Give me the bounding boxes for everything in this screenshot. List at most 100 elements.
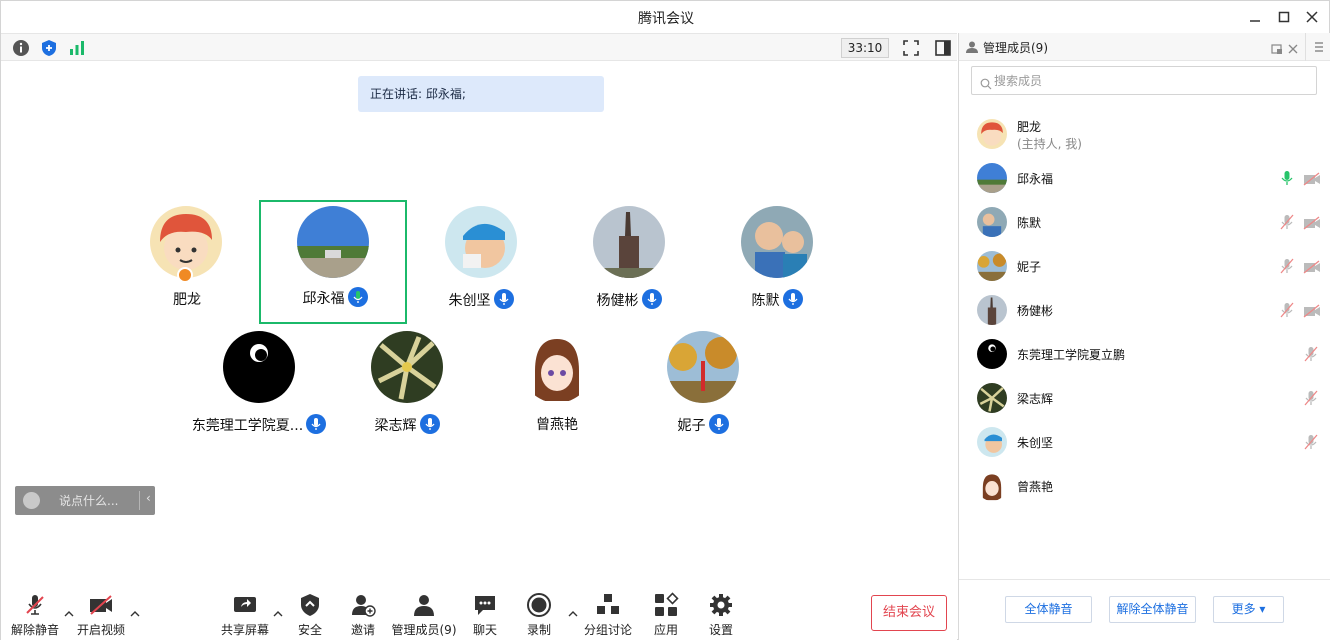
mic-muted-icon[interactable]: [1279, 258, 1295, 274]
title-bar: 腾讯会议: [1, 1, 1329, 33]
video-off-icon[interactable]: [1303, 171, 1321, 186]
maximize-icon[interactable]: [1272, 5, 1296, 29]
member-row[interactable]: 陈默: [959, 201, 1330, 245]
members-panel-footer: 全体静音 解除全体静音 更多 ▾: [959, 579, 1330, 640]
mic-speaking-icon: [347, 287, 368, 307]
mic-muted-icon[interactable]: [1303, 434, 1319, 450]
start-video-button[interactable]: 开启视频: [71, 592, 131, 638]
emoji-icon[interactable]: [23, 492, 40, 509]
mic-muted-icon[interactable]: [1303, 390, 1319, 406]
close-icon[interactable]: [1300, 5, 1324, 29]
divider: [139, 491, 140, 510]
avatar: [977, 339, 1007, 369]
chat-quick-input[interactable]: 说点什么... ‹: [15, 486, 155, 515]
signal-icon[interactable]: [67, 38, 87, 58]
share-screen-button[interactable]: 共享屏幕: [215, 592, 275, 638]
member-row[interactable]: 邱永福: [959, 157, 1330, 201]
host-badge-icon: [177, 267, 193, 283]
chat-icon: [472, 592, 498, 618]
invite-label: 邀请: [350, 623, 375, 637]
video-off-icon[interactable]: [1303, 303, 1321, 318]
mic-muted-icon[interactable]: [1279, 302, 1295, 318]
mute-all-button[interactable]: 全体静音: [1005, 596, 1092, 623]
member-row[interactable]: 肥龙 (主持人, 我): [959, 113, 1330, 157]
participant-tile-active[interactable]: 邱永福: [259, 200, 407, 324]
panel-toggle-icon[interactable]: [933, 38, 953, 58]
participant-name: 陈默: [703, 289, 851, 310]
mic-on-icon: [641, 289, 662, 309]
start-video-label: 开启视频: [76, 623, 125, 637]
mic-muted-icon[interactable]: [1279, 214, 1295, 230]
unmute-button[interactable]: 解除静音: [5, 592, 65, 638]
video-stage: 正在讲话: 邱永福; 肥龙 邱永福 朱创坚 杨健彬 陈默 东莞理工学院夏... …: [1, 62, 957, 580]
video-off-icon[interactable]: [1303, 259, 1321, 274]
speaking-indicator: 正在讲话: 邱永福;: [358, 76, 604, 112]
avatar: [593, 206, 665, 278]
participant-tile[interactable]: 妮子: [629, 327, 777, 451]
unmute-label: 解除静音: [10, 623, 59, 637]
shield-icon[interactable]: [39, 38, 59, 58]
participant-tile[interactable]: 杨健彬: [555, 202, 703, 326]
app-window: 腾讯会议 33:10 正在讲话: 邱永福; 肥龙 邱永福 朱创坚 杨健彬 陈默 …: [0, 0, 1330, 640]
collapse-arrow-icon[interactable]: ‹: [146, 491, 151, 505]
member-name: 邱永福: [1017, 172, 1054, 186]
video-off-icon[interactable]: [1303, 215, 1321, 230]
menu-icon[interactable]: [1305, 33, 1330, 61]
mic-speaking-icon[interactable]: [1279, 170, 1295, 186]
window-title: 腾讯会议: [638, 11, 694, 27]
avatar: [741, 206, 813, 278]
manage-members-label: 管理成员(9): [391, 623, 457, 637]
gear-icon: [708, 592, 734, 618]
more-button[interactable]: 更多 ▾: [1213, 596, 1284, 623]
member-row[interactable]: 杨健彬: [959, 289, 1330, 333]
mic-on-icon: [493, 289, 514, 309]
avatar: [977, 295, 1007, 325]
settings-button[interactable]: 设置: [691, 592, 751, 638]
member-row[interactable]: 曾燕艳: [959, 465, 1330, 509]
meeting-timer: 33:10: [841, 38, 889, 58]
member-row[interactable]: 东莞理工学院夏立鹏: [959, 333, 1330, 377]
search-input[interactable]: [994, 71, 1294, 91]
members-icon: [965, 39, 979, 53]
breakout-rooms-button[interactable]: 分组讨论: [578, 592, 638, 638]
avatar: [445, 206, 517, 278]
member-row[interactable]: 梁志辉: [959, 377, 1330, 421]
record-icon: [526, 592, 552, 618]
member-name: 梁志辉: [1017, 392, 1054, 406]
participant-tile[interactable]: 曾燕艳: [483, 327, 631, 451]
member-name: 陈默: [1017, 216, 1042, 230]
apps-button[interactable]: 应用: [636, 592, 696, 638]
member-row[interactable]: 朱创坚: [959, 421, 1330, 465]
info-icon[interactable]: [11, 38, 31, 58]
member-name: 东莞理工学院夏立鹏: [1017, 348, 1126, 362]
chat-button[interactable]: 聊天: [455, 592, 515, 638]
avatar: [977, 119, 1007, 149]
invite-button[interactable]: 邀请: [333, 592, 393, 638]
mic-muted-icon[interactable]: [1303, 346, 1319, 362]
participant-tile[interactable]: 梁志辉: [333, 327, 481, 451]
close-panel-icon[interactable]: [1287, 40, 1299, 54]
participant-name: 肥龙: [173, 292, 201, 308]
participant-tile[interactable]: 肥龙: [113, 202, 261, 326]
end-meeting-button[interactable]: 结束会议: [871, 595, 947, 631]
member-role: (主持人, 我): [1017, 137, 1082, 151]
mic-muted-icon: [22, 592, 48, 618]
manage-members-button[interactable]: 管理成员(9): [389, 592, 459, 638]
security-button[interactable]: 安全: [280, 592, 340, 638]
unmute-all-button[interactable]: 解除全体静音: [1109, 596, 1196, 623]
member-row[interactable]: 妮子: [959, 245, 1330, 289]
participant-tile[interactable]: 朱创坚: [407, 202, 555, 326]
fullscreen-icon[interactable]: [901, 38, 921, 58]
avatar: [977, 383, 1007, 413]
participant-tile[interactable]: 东莞理工学院夏...: [185, 327, 333, 451]
member-name: 肥龙: [1017, 120, 1042, 134]
chevron-up-icon[interactable]: [129, 604, 141, 617]
participant-tile[interactable]: 陈默: [703, 202, 851, 326]
minimize-icon[interactable]: [1243, 5, 1267, 29]
member-search[interactable]: [971, 66, 1317, 95]
pop-out-icon[interactable]: [1271, 40, 1283, 54]
record-button[interactable]: 录制: [509, 592, 569, 638]
participant-name: 梁志辉: [333, 414, 481, 435]
members-panel-title: 管理成员(9): [983, 41, 1048, 55]
member-name: 妮子: [1017, 260, 1042, 274]
